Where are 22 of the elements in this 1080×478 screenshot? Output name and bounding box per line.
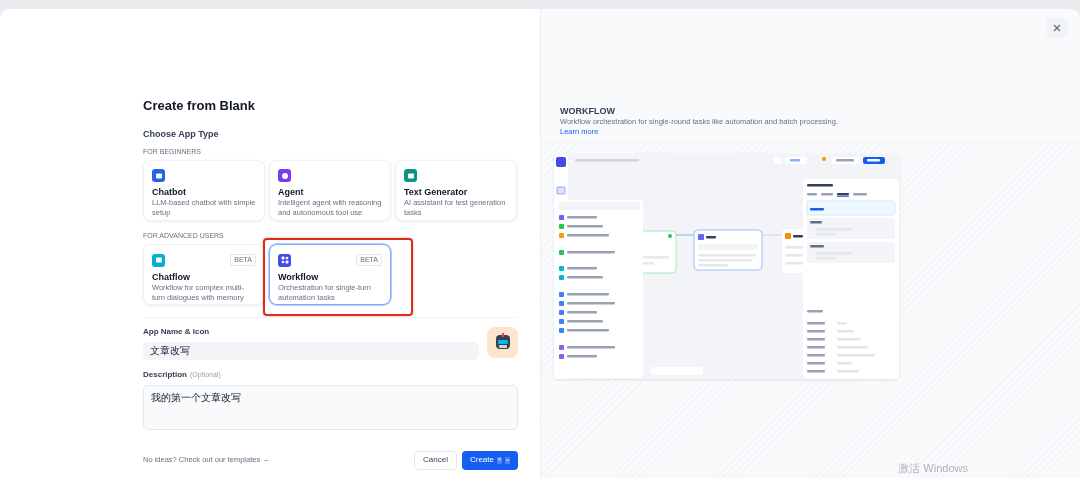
app-type-icon	[278, 253, 291, 267]
close-button[interactable]	[1046, 17, 1068, 39]
activation-notice: 激活 Windows	[898, 460, 968, 476]
preview-title: WORKFLOW	[560, 105, 616, 117]
description-field[interactable]: 我的第一个文章改写	[143, 384, 518, 430]
app-type-icon	[152, 169, 165, 182]
card-title: Workflow	[278, 271, 320, 283]
section-heading: Choose App Type	[143, 128, 220, 141]
field-label: Description	[143, 368, 187, 381]
field-label: App Name & Icon	[143, 326, 211, 337]
app-type-icon	[404, 169, 417, 182]
card-title: Chatbot	[152, 187, 187, 198]
card-title: Agent	[278, 187, 305, 198]
dialog-title: Create from Blank	[143, 98, 256, 114]
app-type-icon	[152, 253, 165, 267]
app-name-field[interactable]: 文章改写	[143, 341, 479, 360]
card-title: Chatflow	[152, 271, 191, 283]
close-icon	[1053, 24, 1061, 32]
card-title: Text Generator	[404, 187, 469, 198]
app-type-icon	[278, 169, 291, 182]
cancel-button[interactable]: Cancel	[414, 450, 457, 470]
robot-avatar-icon[interactable]	[487, 326, 518, 358]
